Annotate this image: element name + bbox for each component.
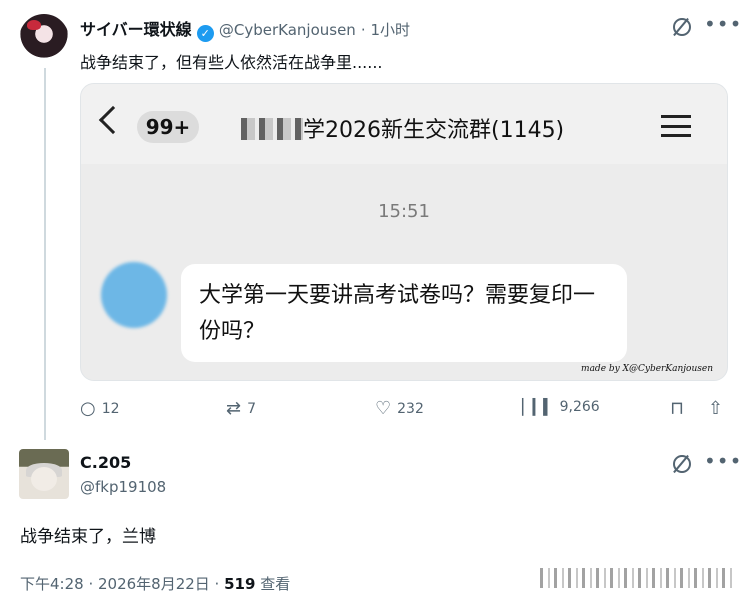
unread-badge: 99+ xyxy=(137,111,199,143)
bookmark-action[interactable]: ⊓ xyxy=(670,398,684,419)
post-text: 战争结束了，但有些人依然活在战争里...... xyxy=(80,53,383,72)
post-time[interactable]: · 1小时 xyxy=(361,21,410,39)
reply-author-avatar[interactable] xyxy=(19,449,69,499)
thread-line xyxy=(44,68,46,440)
reply-author-name[interactable]: C.205 xyxy=(80,453,131,472)
bookmark-icon: ⊓ xyxy=(670,398,685,419)
heart-icon: ♡ xyxy=(375,398,392,419)
like-count: 232 xyxy=(397,400,424,417)
chat-bubble: 大学第一天要讲高考试卷吗？需要复印一份吗？ xyxy=(181,264,627,362)
reply-views-label: 查看 xyxy=(255,575,291,593)
grok-icon[interactable] xyxy=(673,455,691,473)
more-icon[interactable]: ••• xyxy=(704,14,742,34)
redacted-text xyxy=(241,118,303,140)
post-header: サイバー環状線 ✓ @CyberKanjousen · 1小时 xyxy=(80,16,410,42)
post-media[interactable]: 99+ 学2026新生交流群(1145) 15:51 大学第一天要讲高考试卷吗？… xyxy=(80,83,728,381)
author-name[interactable]: サイバー環状線 xyxy=(80,20,192,39)
author-avatar[interactable] xyxy=(19,14,69,64)
reply-meta: 下午4:28 · 2026年8月22日 · 519 查看 xyxy=(20,573,290,594)
menu-icon xyxy=(661,115,691,137)
repost-icon: ⇄ xyxy=(226,398,242,419)
like-action[interactable]: ♡ 232 xyxy=(375,398,424,419)
share-icon: ⇧ xyxy=(708,398,724,419)
reply-views-count: 519 xyxy=(224,575,256,593)
reply-icon: ○ xyxy=(80,398,96,419)
views-icon: ▏▎▍ xyxy=(522,398,555,416)
watermark-barcode xyxy=(540,568,736,588)
group-title: 学2026新生交流群(1145) xyxy=(303,118,565,143)
more-icon[interactable]: ••• xyxy=(704,451,742,471)
chat-avatar xyxy=(101,262,167,328)
watermark: made by X@CyberKanjousen xyxy=(581,364,713,374)
repost-action[interactable]: ⇄ 7 xyxy=(226,398,256,419)
views-count: 9,266 xyxy=(559,399,600,415)
author-handle[interactable]: @CyberKanjousen xyxy=(219,21,356,39)
reply-count: 12 xyxy=(101,400,120,417)
views-action[interactable]: ▏▎▍ 9,266 xyxy=(522,398,600,416)
repost-count: 7 xyxy=(247,400,257,417)
reply-text: 战争结束了，兰博 xyxy=(20,527,156,547)
verified-badge-icon: ✓ xyxy=(196,25,214,42)
grok-icon[interactable] xyxy=(673,18,691,36)
reply-author-handle[interactable]: @fkp19108 xyxy=(80,478,166,496)
share-action[interactable]: ⇧ xyxy=(708,398,723,419)
reply-action[interactable]: ○ 12 xyxy=(80,398,120,419)
reply-timestamp[interactable]: 下午4:28 · 2026年8月22日 · xyxy=(20,575,224,593)
chat-time: 15:51 xyxy=(378,201,430,222)
